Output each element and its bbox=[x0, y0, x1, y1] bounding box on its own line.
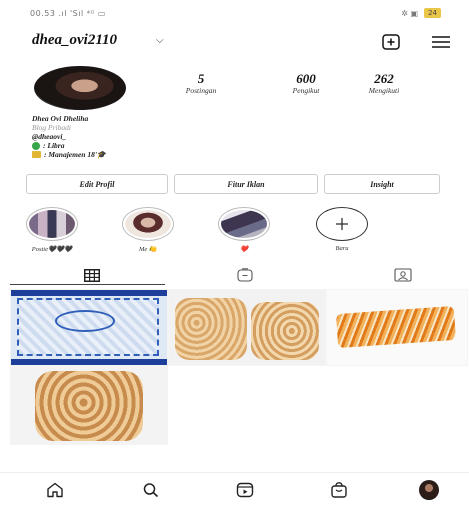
highlight-item[interactable]: Me 🍋 bbox=[122, 207, 174, 253]
bio-line-2: : Manajemen 18'🎓 bbox=[32, 150, 332, 159]
highlight-cover bbox=[29, 210, 75, 238]
profile-header: dhea_ovi2110 ⌵ bbox=[0, 28, 469, 58]
snack-pack-left bbox=[175, 298, 247, 360]
nav-reels[interactable] bbox=[234, 481, 256, 499]
highlight-cover bbox=[221, 210, 267, 238]
highlight-label: Postie🖤🖤🖤 bbox=[31, 246, 73, 253]
home-icon bbox=[47, 482, 63, 498]
profile-avatar-small bbox=[419, 480, 439, 500]
new-highlight-label: Baru bbox=[335, 245, 349, 252]
highlight-label: Me 🍋 bbox=[138, 246, 158, 253]
post-thumbnail[interactable] bbox=[168, 289, 326, 366]
profile-username[interactable]: dhea_ovi2110 bbox=[32, 32, 117, 49]
chevron-down-icon[interactable]: ⌵ bbox=[156, 35, 164, 46]
highlight-ring bbox=[218, 207, 270, 241]
stat-following-label: Mengikuti bbox=[368, 86, 400, 95]
nav-home[interactable] bbox=[44, 481, 66, 499]
profile-bio: Dhea Ovi Dheliha Blog Pribadi @dheaovi_ … bbox=[32, 114, 332, 159]
books-emoji-icon bbox=[32, 151, 41, 158]
stat-posts[interactable]: 5 Postingan bbox=[161, 72, 241, 96]
status-bar: 00.53 .ıl 'Sıl ⁴ᴳ ▭ ✲ ▣ 24 bbox=[0, 0, 469, 24]
stat-posts-label: Postingan bbox=[185, 86, 217, 95]
shop-bag-icon bbox=[331, 482, 347, 498]
plus-icon bbox=[336, 218, 348, 230]
reels-icon bbox=[237, 268, 253, 282]
snack-pack-orange bbox=[335, 305, 457, 349]
bio-line-2-text: : Manajemen 18'🎓 bbox=[44, 150, 107, 159]
post-thumbnail[interactable] bbox=[10, 289, 168, 366]
profile-avatar[interactable] bbox=[34, 66, 126, 110]
stat-posts-value: 5 bbox=[197, 71, 205, 86]
tab-posts-grid[interactable] bbox=[80, 267, 104, 283]
bottom-navigation bbox=[0, 472, 469, 505]
grid-icon bbox=[84, 268, 100, 282]
stat-followers[interactable]: 600 Pengikut bbox=[266, 72, 346, 96]
package-logo-shape bbox=[55, 310, 115, 332]
highlight-ring bbox=[26, 207, 78, 241]
highlight-item[interactable]: Postie🖤🖤🖤 bbox=[26, 207, 78, 253]
new-highlight-button[interactable]: Baru bbox=[316, 207, 368, 252]
reels-icon bbox=[236, 482, 254, 498]
search-icon bbox=[143, 483, 159, 498]
bio-name: Dhea Ovi Dheliha bbox=[32, 114, 89, 123]
bio-category: Blog Pribadi bbox=[32, 123, 71, 132]
edit-profile-button[interactable]: Edit Profil bbox=[26, 174, 168, 194]
status-time: 00.53 .ıl 'Sıl ⁴ᴳ ▭ bbox=[30, 9, 106, 18]
highlight-item[interactable]: ❤️ bbox=[218, 207, 270, 253]
stat-following[interactable]: 262 Mengikuti bbox=[344, 72, 424, 96]
post-thumbnail[interactable] bbox=[326, 289, 468, 366]
ad-tools-button[interactable]: Fitur Iklan bbox=[174, 174, 318, 194]
highlight-label: ❤️ bbox=[239, 246, 249, 253]
status-icons: ✲ ▣ bbox=[401, 8, 419, 18]
post-thumbnail[interactable] bbox=[10, 366, 168, 445]
snack-pack-right bbox=[251, 302, 319, 360]
snack-pack-rings bbox=[35, 371, 143, 441]
stat-followers-value: 600 bbox=[296, 71, 316, 86]
libra-emoji-icon bbox=[32, 141, 40, 150]
active-tab-indicator bbox=[10, 284, 165, 285]
battery-badge: 24 bbox=[424, 8, 441, 18]
nav-search[interactable] bbox=[140, 481, 162, 499]
bio-line-1-text: : Libra bbox=[43, 141, 65, 150]
highlight-ring bbox=[122, 207, 174, 241]
new-highlight-ring bbox=[316, 207, 368, 241]
highlight-cover bbox=[125, 210, 171, 238]
plus-square-icon bbox=[382, 34, 400, 50]
menu-button[interactable] bbox=[430, 32, 452, 52]
hamburger-icon bbox=[432, 36, 450, 48]
nav-shop[interactable] bbox=[328, 481, 350, 499]
nav-profile[interactable] bbox=[418, 480, 440, 500]
tab-tagged[interactable] bbox=[391, 267, 415, 283]
insights-button[interactable]: Insight bbox=[324, 174, 440, 194]
stat-following-value: 262 bbox=[374, 71, 394, 86]
tagged-person-icon bbox=[394, 268, 412, 282]
profile-tabs bbox=[0, 264, 469, 286]
status-right: ✲ ▣ 24 bbox=[401, 8, 441, 18]
bio-line-1: : Libra bbox=[32, 141, 332, 150]
tab-reels[interactable] bbox=[233, 267, 257, 283]
bio-handle[interactable]: @dheaovi_ bbox=[32, 132, 332, 141]
new-post-button[interactable] bbox=[380, 32, 402, 52]
stat-followers-label: Pengikut bbox=[292, 86, 320, 95]
